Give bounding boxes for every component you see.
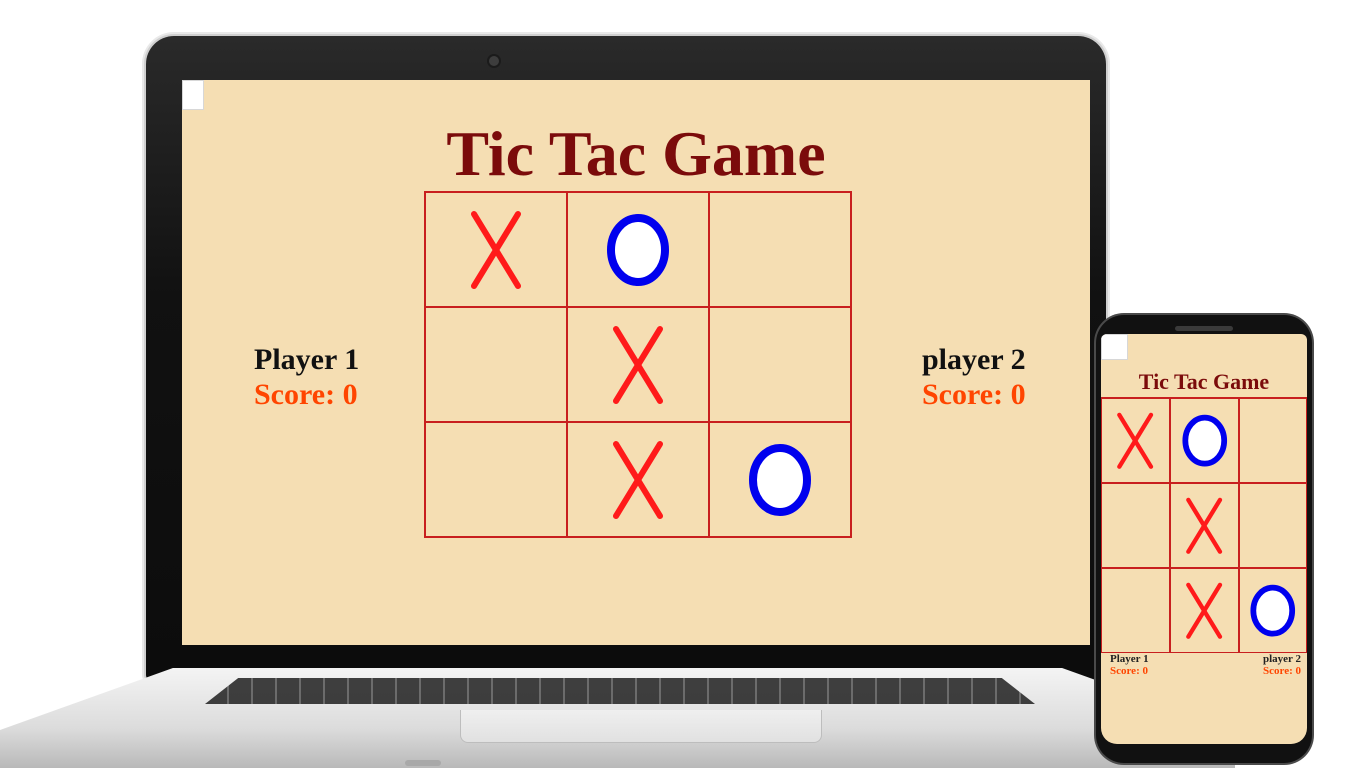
player-1-name: Player 1 (254, 343, 360, 376)
phone-screen: Tic Tac Game Player 1 Score: 0 player 2 … (1101, 334, 1307, 744)
o-mark-icon (607, 213, 669, 286)
phone-player-2-panel: player 2 Score: 0 (1263, 653, 1301, 677)
phone-player-2-score: Score: 0 (1263, 664, 1301, 677)
phone-player-1-score: Score: 0 (1110, 664, 1148, 677)
laptop-keyboard (205, 678, 1035, 704)
phone-game-title: Tic Tac Game (1138, 369, 1270, 394)
board-cell-9[interactable] (709, 422, 851, 537)
phone-game-board (1101, 397, 1307, 653)
o-mark-icon (1182, 414, 1227, 467)
x-mark-icon (613, 440, 663, 519)
player-1-score: Score: 0 (254, 378, 358, 412)
board-cell-1[interactable] (425, 192, 567, 307)
laptop-screen: Tic Tac Game Player 1 Score: 0 player 2 … (182, 80, 1090, 645)
game-board (424, 191, 852, 538)
laptop-touchpad (460, 710, 822, 743)
phone-board-cell-5[interactable] (1170, 483, 1239, 568)
phone-board-cell-9[interactable] (1239, 568, 1307, 653)
phone-player-1-name: Player 1 (1110, 653, 1149, 665)
board-cell-5[interactable] (567, 307, 709, 422)
phone-corner-box (1101, 334, 1128, 360)
phone-board-cell-4[interactable] (1101, 483, 1170, 568)
phone-board-cell-8[interactable] (1170, 568, 1239, 653)
player-2-score: Score: 0 (922, 378, 1026, 412)
board-cell-2[interactable] (567, 192, 709, 307)
phone-board-cell-1[interactable] (1101, 398, 1170, 483)
laptop-notch (405, 760, 441, 766)
board-cell-6[interactable] (709, 307, 851, 422)
board-cell-3[interactable] (709, 192, 851, 307)
phone-board-cell-7[interactable] (1101, 568, 1170, 653)
phone-board-cell-6[interactable] (1239, 483, 1307, 568)
x-mark-icon (1186, 582, 1223, 639)
board-cell-7[interactable] (425, 422, 567, 537)
phone-player-2-name: player 2 (1263, 653, 1301, 665)
phone-board-cell-2[interactable] (1170, 398, 1239, 483)
player-2-panel: player 2 Score: 0 (922, 342, 1026, 413)
o-mark-icon (1250, 584, 1296, 637)
webcam-icon (489, 56, 499, 66)
board-cell-4[interactable] (425, 307, 567, 422)
x-mark-icon (613, 325, 663, 404)
x-mark-icon (1117, 412, 1154, 469)
x-mark-icon (1186, 497, 1223, 554)
phone-board-cell-3[interactable] (1239, 398, 1307, 483)
board-cell-8[interactable] (567, 422, 709, 537)
o-mark-icon (749, 443, 811, 516)
player-2-name: player 2 (922, 343, 1026, 376)
game-title: Tic Tac Game (446, 118, 826, 189)
phone-speaker (1175, 326, 1233, 331)
player-1-panel: Player 1 Score: 0 (254, 342, 359, 413)
corner-box (182, 80, 204, 110)
x-mark-icon (471, 210, 521, 289)
phone-player-1-panel: Player 1 Score: 0 (1110, 653, 1149, 677)
